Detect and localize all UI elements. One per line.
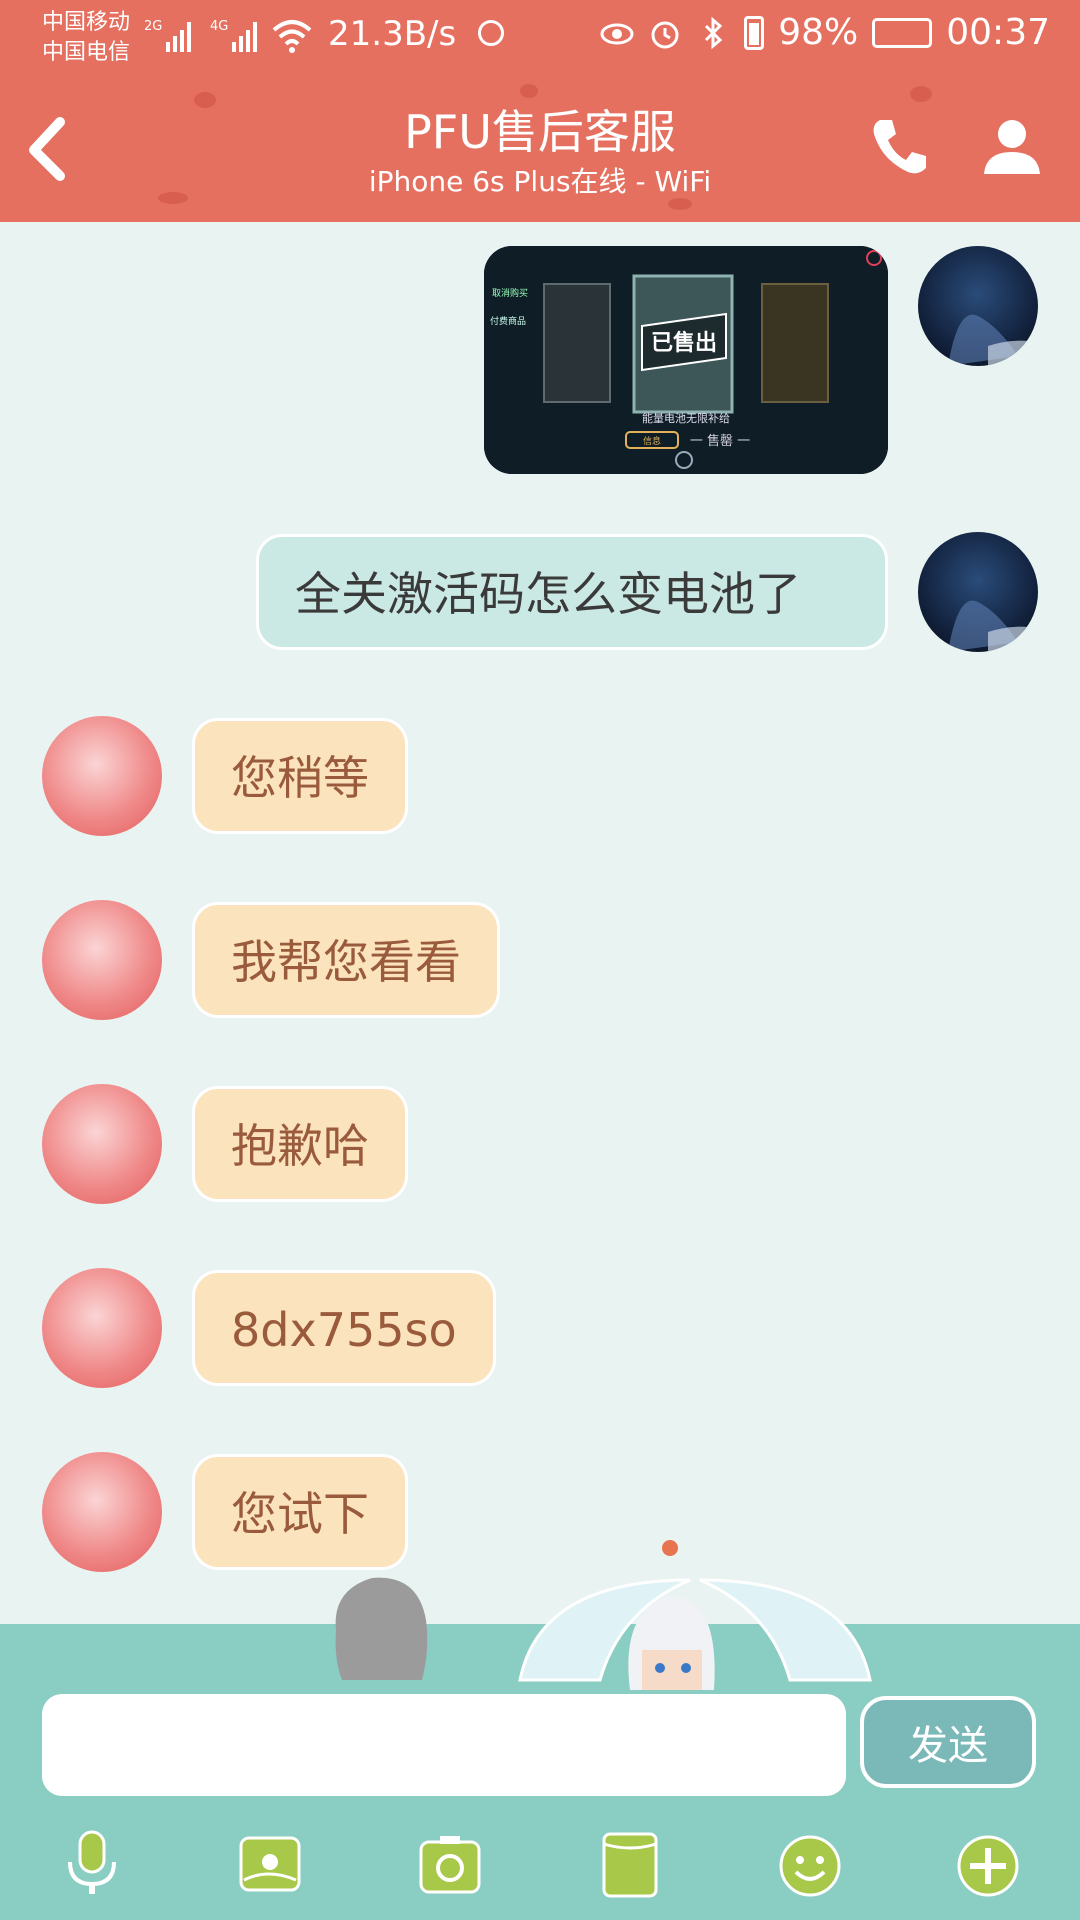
- message-text: 8dx755so: [231, 1303, 457, 1357]
- eye-icon: [600, 23, 634, 44]
- service-avatar[interactable]: [42, 1268, 162, 1388]
- contact-icon[interactable]: [980, 114, 1044, 178]
- sold-out-label: 已售出: [651, 330, 717, 356]
- emoji-icon[interactable]: [778, 1830, 842, 1900]
- service-avatar[interactable]: [42, 716, 162, 836]
- service-avatar[interactable]: [42, 1452, 162, 1572]
- status-bar: 中国移动 中国电信 2G 4G 21.3B/s 98% 00:37: [0, 0, 1080, 74]
- game-screenshot-image: 已售出 取消购买 付费商品 能量电池无限补给 信息 一 售罄 一: [484, 246, 888, 474]
- image-message[interactable]: 已售出 取消购买 付费商品 能量电池无限补给 信息 一 售罄 一: [484, 246, 888, 474]
- signal-4g-icon: 4G: [210, 19, 257, 52]
- wifi-icon: [272, 20, 312, 53]
- send-button[interactable]: 发送: [860, 1696, 1036, 1788]
- bluetooth-icon: [705, 16, 723, 49]
- carrier-1: 中国移动: [42, 10, 131, 35]
- chat-header: PFU售后客服 iPhone 6s Plus在线 - WiFi: [0, 74, 1080, 222]
- message-input[interactable]: [42, 1694, 846, 1796]
- message-bubble-received[interactable]: 我帮您看看: [192, 902, 500, 1018]
- my-avatar[interactable]: [918, 532, 1038, 652]
- signal-4g-label: 4G: [210, 19, 228, 34]
- phone-icon[interactable]: [868, 114, 932, 178]
- microphone-icon[interactable]: [60, 1830, 124, 1900]
- chat-area[interactable]: 已售出 取消购买 付费商品 能量电池无限补给 信息 一 售罄 一 全关激活码怎么…: [0, 222, 1080, 1624]
- image-menu-1: 取消购买: [492, 287, 528, 299]
- message-text: 您试下: [231, 1487, 369, 1541]
- image-menu-2: 付费商品: [490, 315, 526, 327]
- service-avatar[interactable]: [42, 900, 162, 1020]
- image-button-label: 信息: [643, 435, 661, 447]
- message-bubble-received[interactable]: 您稍等: [192, 718, 408, 834]
- clock: 00:37: [946, 12, 1050, 53]
- image-caption: 能量电池无限补给: [642, 411, 730, 425]
- file-icon[interactable]: [598, 1830, 662, 1900]
- battery-icon: [744, 15, 765, 50]
- alarm-icon: [651, 21, 679, 48]
- status-right-group: 98% 00:37: [600, 12, 1050, 53]
- timer-icon: [478, 20, 504, 46]
- message-text: 全关激活码怎么变电池了: [295, 567, 801, 621]
- network-speed: 21.3B/s: [328, 14, 457, 54]
- message-bubble-sent[interactable]: 全关激活码怎么变电池了: [256, 534, 888, 650]
- message-text: 抱歉哈: [231, 1119, 369, 1173]
- signal-2g-label: 2G: [144, 19, 162, 34]
- gray-character-decoration: [335, 1577, 428, 1680]
- signal-2g-icon: 2G: [144, 19, 191, 52]
- message-bubble-received[interactable]: 8dx755so: [192, 1270, 496, 1386]
- my-avatar[interactable]: [918, 246, 1038, 366]
- carrier-2: 中国电信: [42, 40, 131, 65]
- carrier-names: 中国移动 中国电信: [42, 8, 130, 68]
- camera-icon[interactable]: [418, 1830, 482, 1900]
- message-text: 我帮您看看: [231, 935, 461, 989]
- plus-icon[interactable]: [956, 1830, 1020, 1900]
- image-footer-label: 一 售罄 一: [690, 433, 750, 449]
- service-avatar[interactable]: [42, 1084, 162, 1204]
- message-text: 您稍等: [231, 751, 369, 805]
- image-icon[interactable]: [238, 1830, 302, 1900]
- message-bubble-received[interactable]: 抱歉哈: [192, 1086, 408, 1202]
- message-bubble-received[interactable]: 您试下: [192, 1454, 408, 1570]
- charging-icon: [872, 17, 933, 48]
- angel-mascot-decoration: [518, 1540, 872, 1690]
- battery-level: 98%: [778, 12, 859, 53]
